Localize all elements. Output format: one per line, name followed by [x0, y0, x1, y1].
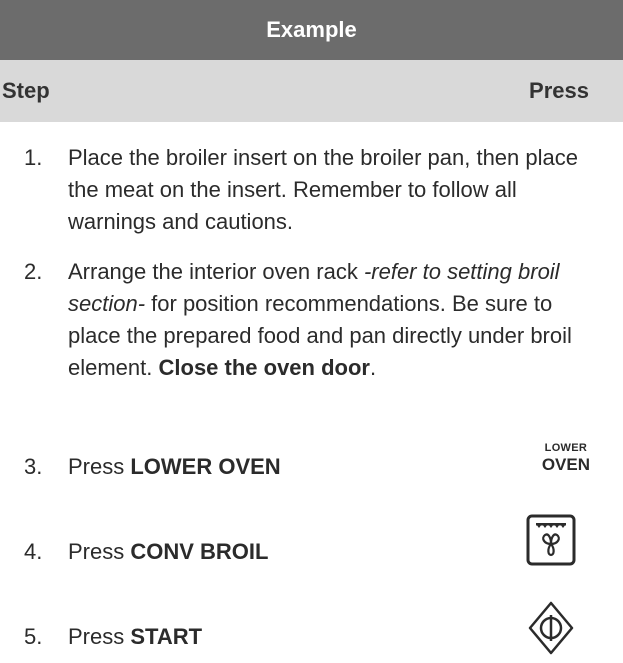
step-number: 5.: [24, 624, 43, 649]
emphasis-text: START: [130, 624, 203, 649]
step-text-run: Press: [68, 454, 131, 479]
step-text-run: Arrange the interior oven rack: [68, 259, 364, 284]
step-text-run: Place the broiler insert on the broiler …: [68, 145, 578, 234]
lower-oven-big-text: OVEN: [541, 455, 590, 474]
step-text-run: Press: [68, 539, 131, 564]
step-text-run: .: [369, 355, 377, 380]
step-text: Press START: [68, 621, 598, 653]
step-text: Press LOWER OVEN: [68, 451, 598, 483]
emphasis-text: Close the oven door: [158, 355, 370, 380]
lower-oven-small-text: LOWER: [544, 442, 588, 454]
conv-broil-icon: [526, 514, 576, 566]
emphasis-text: LOWER OVEN: [130, 454, 281, 479]
step-text-run: Press: [68, 624, 131, 649]
step-text: Place the broiler insert on the broiler …: [68, 142, 598, 238]
step-number: 1.: [24, 145, 43, 170]
step-number: 3.: [24, 454, 43, 479]
emphasis-text: CONV BROIL: [130, 539, 269, 564]
lower-oven-key-label: LOWER OVEN: [541, 442, 590, 474]
step-number: 4.: [24, 539, 43, 564]
step-number: 2.: [24, 259, 43, 284]
step-text: Arrange the interior oven rack -refer to…: [68, 256, 598, 384]
step-text: Press CONV BROIL: [68, 536, 598, 568]
start-icon: [528, 601, 574, 655]
